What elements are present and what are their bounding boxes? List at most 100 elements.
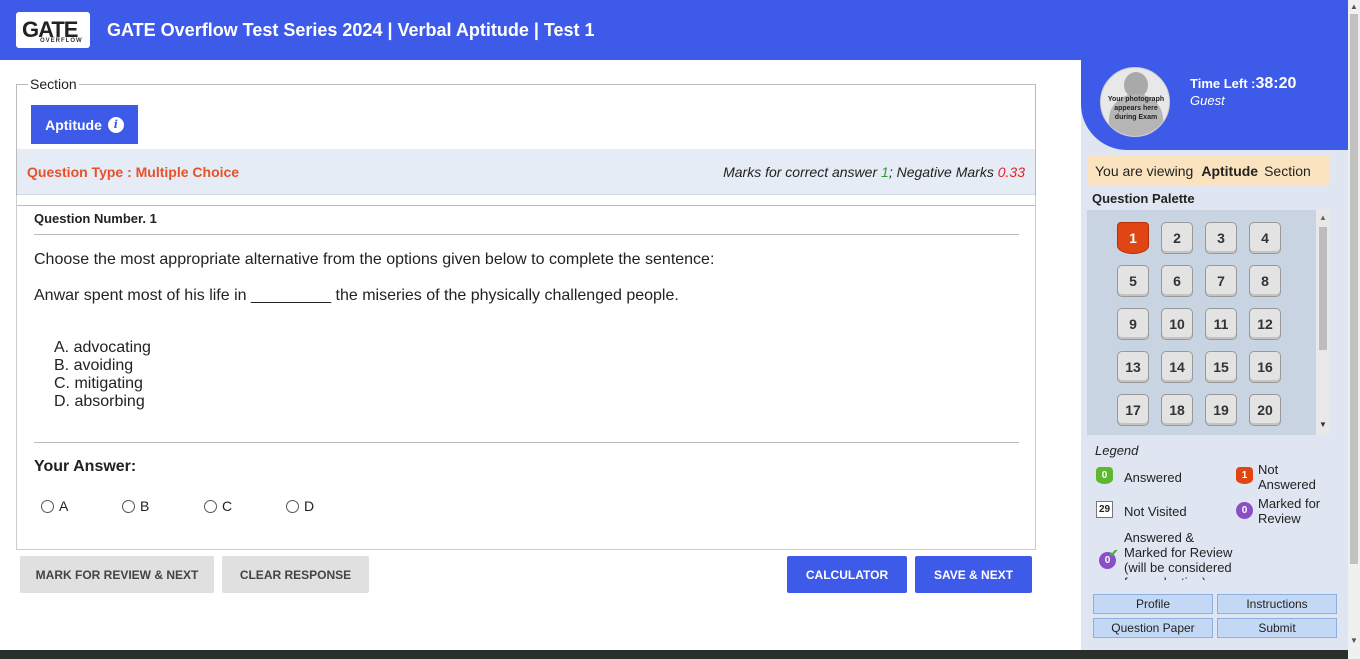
radio-label: D [304, 498, 315, 514]
palette-question-button[interactable]: 11 [1205, 308, 1237, 340]
gate-overflow-logo[interactable]: GATE OVERFLOW [16, 12, 90, 48]
calculator-button[interactable]: CALCULATOR [787, 556, 907, 593]
scroll-down-icon[interactable]: ▼ [1319, 420, 1327, 429]
marked-review-icon: 0 [1236, 502, 1253, 519]
info-icon[interactable]: i [107, 116, 124, 133]
answer-radio-a[interactable]: A [41, 498, 122, 514]
logo-subtext: OVERFLOW [40, 38, 83, 44]
palette-grid: 1 2 3 4 5 6 7 8 9 10 11 12 13 14 15 16 17 18 19 20 [1117, 222, 1281, 426]
page-title: GATE Overflow Test Series 2024 | Verbal … [107, 19, 595, 40]
marks-correct-value: 1 [881, 163, 889, 180]
right-sidebar: Your photograph appears here during Exam… [1081, 60, 1348, 650]
palette-question-button[interactable]: 8 [1249, 265, 1281, 297]
answered-icon: 0 [1096, 467, 1113, 484]
question-number: Question Number. 1 [34, 211, 157, 226]
question-palette: 1 2 3 4 5 6 7 8 9 10 11 12 13 14 15 16 17 18 19 20 ▲ ▼ [1087, 210, 1330, 435]
answer-radio-group: A B C D [41, 498, 314, 514]
viewing-section-banner: You are viewing Aptitude Section [1087, 155, 1330, 186]
palette-question-button[interactable]: 4 [1249, 222, 1281, 254]
palette-question-button[interactable]: 20 [1249, 394, 1281, 426]
answer-radio-c[interactable]: C [204, 498, 286, 514]
avatar: Your photograph appears here during Exam [1100, 67, 1170, 137]
page-scrollbar[interactable]: ▲ ▼ [1348, 0, 1360, 659]
photo-caption: Your photograph appears here during Exam [1107, 96, 1165, 121]
question-text: Choose the most appropriate alternative … [34, 251, 715, 268]
save-next-button[interactable]: SAVE & NEXT [915, 556, 1032, 593]
viewing-prefix: You are viewing [1095, 162, 1194, 179]
radio-circle[interactable] [286, 499, 299, 513]
marks-correct-label: Marks for correct answer [723, 163, 882, 180]
not-visited-icon: 29 [1096, 501, 1113, 518]
legend-marked-review: Marked for Review [1258, 496, 1321, 526]
palette-question-button[interactable]: 19 [1205, 394, 1237, 426]
palette-question-button[interactable]: 2 [1161, 222, 1193, 254]
question-sentence: Anwar spent most of his life in ________… [34, 287, 679, 304]
section-legend: Section [30, 76, 77, 92]
check-icon: ✔ [1109, 548, 1119, 560]
time-left-value: 38:20 [1255, 75, 1297, 92]
palette-question-button[interactable]: 12 [1249, 308, 1281, 340]
instructions-button[interactable]: Instructions [1217, 594, 1337, 614]
not-answered-icon: 1 [1236, 467, 1253, 484]
answered-marked-icon: 0 ✔ [1099, 548, 1118, 569]
question-palette-title: Question Palette [1092, 191, 1195, 206]
option-d: D. absorbing [54, 393, 145, 410]
option-b: B. avoiding [54, 357, 134, 374]
radio-circle[interactable] [122, 499, 135, 513]
submit-button[interactable]: Submit [1217, 618, 1337, 638]
marks-info: Marks for correct answer 1; Negative Mar… [723, 164, 1025, 180]
radio-circle[interactable] [204, 499, 217, 513]
option-a: A. advocating [54, 339, 151, 356]
legend-not-answered: Not Answered [1258, 462, 1316, 492]
mark-review-next-button[interactable]: MARK FOR REVIEW & NEXT [20, 556, 214, 593]
legend-title: Legend [1095, 443, 1139, 458]
palette-question-button[interactable]: 9 [1117, 308, 1149, 340]
palette-question-button[interactable]: 5 [1117, 265, 1149, 297]
palette-question-button[interactable]: 10 [1161, 308, 1193, 340]
options-list: A. advocating B. avoiding C. mitigating … [54, 339, 151, 411]
palette-scrollbar[interactable]: ▲ ▼ [1316, 210, 1330, 435]
clear-response-button[interactable]: CLEAR RESPONSE [222, 556, 369, 593]
time-left-label: Time Left : [1190, 76, 1256, 91]
palette-question-button[interactable]: 16 [1249, 351, 1281, 383]
question-paper-button[interactable]: Question Paper [1093, 618, 1213, 638]
radio-label: A [59, 498, 69, 514]
marks-negative-value: 0.33 [997, 163, 1025, 180]
legend-answered-marked: Answered & Marked for Review (will be co… [1124, 530, 1233, 580]
answer-radio-b[interactable]: B [122, 498, 204, 514]
marks-negative-label: ; Negative Marks [888, 163, 998, 180]
time-left: Time Left :38:20 [1190, 75, 1296, 93]
divider [34, 234, 1019, 235]
option-c: C. mitigating [54, 375, 143, 392]
question-panel: Question Number. 1 Choose the most appro… [16, 196, 1036, 550]
radio-label: C [222, 498, 233, 514]
legend-not-visited: Not Visited [1124, 504, 1187, 519]
header-bar: GATE OVERFLOW GATE Overflow Test Series … [0, 0, 1348, 60]
tab-aptitude[interactable]: Aptitude i [31, 105, 138, 144]
palette-question-button[interactable]: 6 [1161, 265, 1193, 297]
palette-question-button[interactable]: 14 [1161, 351, 1193, 383]
logo-text: GATE [22, 17, 78, 42]
scroll-up-icon[interactable]: ▲ [1319, 213, 1327, 222]
palette-question-button[interactable]: 17 [1117, 394, 1149, 426]
palette-question-button[interactable]: 18 [1161, 394, 1193, 426]
palette-question-button[interactable]: 3 [1205, 222, 1237, 254]
divider [34, 442, 1019, 443]
radio-label: B [140, 498, 150, 514]
tab-aptitude-label: Aptitude [45, 116, 102, 133]
viewing-suffix: Section [1264, 162, 1311, 179]
scroll-down-icon[interactable]: ▼ [1350, 636, 1358, 645]
palette-question-button[interactable]: 15 [1205, 351, 1237, 383]
palette-question-button[interactable]: 1 [1117, 222, 1149, 254]
profile-panel: Your photograph appears here during Exam… [1081, 60, 1348, 150]
radio-circle[interactable] [41, 499, 54, 513]
question-type-bar: Question Type : Multiple Choice Marks fo… [17, 149, 1035, 195]
profile-button[interactable]: Profile [1093, 594, 1213, 614]
palette-scroll-thumb[interactable] [1319, 227, 1327, 350]
answer-radio-d[interactable]: D [286, 498, 314, 514]
palette-question-button[interactable]: 13 [1117, 351, 1149, 383]
page-scroll-thumb[interactable] [1350, 14, 1358, 564]
palette-question-button[interactable]: 7 [1205, 265, 1237, 297]
scroll-up-icon[interactable]: ▲ [1350, 2, 1358, 11]
viewing-section-name: Aptitude [1201, 162, 1259, 179]
